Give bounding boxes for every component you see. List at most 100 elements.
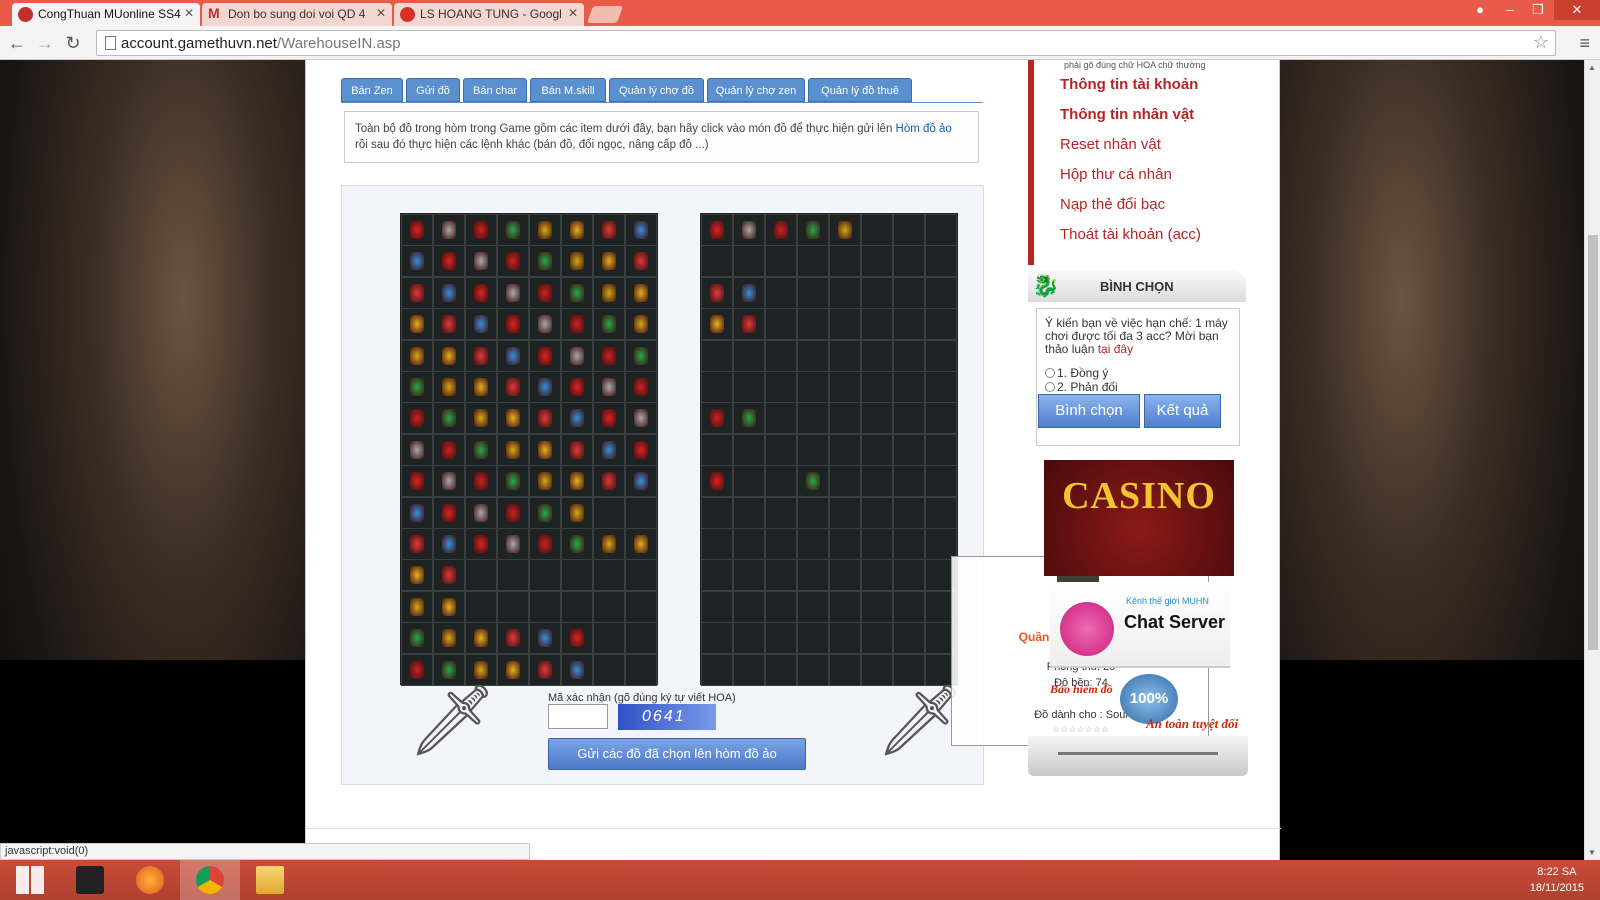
warehouse-slot[interactable] (625, 245, 657, 278)
warehouse-slot[interactable] (797, 496, 829, 529)
warehouse-slot[interactable] (925, 371, 957, 403)
warehouse-slot[interactable] (765, 465, 797, 498)
browser-tab-3[interactable]: LS HOANG TUNG - Googl ✕ (394, 3, 584, 26)
warehouse-slot[interactable] (433, 433, 465, 466)
warehouse-slot[interactable] (893, 276, 925, 309)
taskbar-clock[interactable]: 8:22 SA 18/11/2015 (1530, 864, 1584, 896)
warehouse-slot[interactable] (861, 214, 893, 246)
warehouse-slot[interactable] (561, 653, 593, 686)
warehouse-slot[interactable] (861, 622, 893, 655)
warehouse-slot[interactable] (625, 559, 657, 592)
warehouse-slot[interactable] (497, 308, 529, 341)
warehouse-slot[interactable] (765, 276, 797, 309)
page-scrollbar[interactable]: ▲ ▼ (1584, 60, 1600, 860)
warehouse-slot[interactable] (733, 433, 765, 466)
warehouse-slot[interactable] (893, 496, 925, 529)
vote-option-2[interactable]: 2. Phản đối (1045, 381, 1118, 394)
warehouse-slot[interactable] (593, 622, 625, 655)
warehouse-slot[interactable] (829, 559, 861, 592)
warehouse-slot[interactable] (465, 371, 497, 403)
warehouse-slot[interactable] (733, 465, 765, 498)
warehouse-slot[interactable] (625, 653, 657, 686)
warehouse-slot[interactable] (433, 559, 465, 592)
warehouse-slot[interactable] (497, 402, 529, 435)
warehouse-slot[interactable] (733, 371, 765, 403)
tab-quan-ly-do-thue[interactable]: Quản lý đồ thuê (808, 78, 912, 102)
warehouse-slot[interactable] (893, 339, 925, 372)
warehouse-slot[interactable] (925, 339, 957, 372)
warehouse-slot[interactable] (861, 339, 893, 372)
warehouse-slot[interactable] (433, 528, 465, 560)
warehouse-slot[interactable] (593, 496, 625, 529)
warehouse-slot[interactable] (465, 465, 497, 498)
warehouse-slot[interactable] (433, 622, 465, 655)
warehouse-slot[interactable] (561, 308, 593, 341)
warehouse-slot[interactable] (733, 214, 765, 246)
warehouse-slot[interactable] (701, 339, 733, 372)
warehouse-slot[interactable] (401, 433, 433, 466)
warehouse-slot[interactable] (561, 339, 593, 372)
warehouse-slot[interactable] (593, 402, 625, 435)
close-tab-icon[interactable]: ✕ (184, 6, 194, 20)
warehouse-slot[interactable] (593, 590, 625, 623)
warehouse-slot[interactable] (401, 245, 433, 278)
warehouse-slot[interactable] (625, 308, 657, 341)
warehouse-slot[interactable] (401, 339, 433, 372)
warehouse-slot[interactable] (561, 622, 593, 655)
warehouse-slot[interactable] (561, 496, 593, 529)
warehouse-slot[interactable] (465, 339, 497, 372)
warehouse-slot[interactable] (561, 590, 593, 623)
warehouse-slot[interactable] (797, 371, 829, 403)
warehouse-slot[interactable] (829, 496, 861, 529)
warehouse-slot[interactable] (797, 465, 829, 498)
warehouse-slot[interactable] (733, 496, 765, 529)
new-tab-button[interactable] (586, 6, 624, 23)
warehouse-slot[interactable] (561, 559, 593, 592)
address-bar[interactable]: account.gamethuvn.net/WarehouseIN.asp ☆ (96, 30, 1556, 56)
warehouse-slot[interactable] (893, 308, 925, 341)
warehouse-slot[interactable] (893, 402, 925, 435)
warehouse-slot[interactable] (701, 276, 733, 309)
warehouse-slot[interactable] (733, 308, 765, 341)
warehouse-slot[interactable] (529, 308, 561, 341)
warehouse-slot[interactable] (861, 245, 893, 278)
warehouse-slot[interactable] (625, 433, 657, 466)
warehouse-slot[interactable] (529, 559, 561, 592)
warehouse-slot[interactable] (529, 433, 561, 466)
warehouse-slot[interactable] (733, 339, 765, 372)
warehouse-slot[interactable] (797, 402, 829, 435)
taskbar-chrome[interactable] (180, 860, 240, 900)
tab-quan-ly-cho-zen[interactable]: Quản lý chợ zen (707, 78, 805, 102)
warehouse-slot[interactable] (797, 653, 829, 686)
warehouse-slot[interactable] (625, 339, 657, 372)
warehouse-slot[interactable] (829, 402, 861, 435)
warehouse-slot[interactable] (765, 559, 797, 592)
warehouse-slot[interactable] (625, 465, 657, 498)
tab-gui-do[interactable]: Gửi đồ (406, 78, 460, 102)
warehouse-slot[interactable] (433, 339, 465, 372)
warehouse-slot[interactable] (733, 653, 765, 686)
warehouse-slot[interactable] (829, 622, 861, 655)
warehouse-slot[interactable] (625, 276, 657, 309)
back-icon[interactable]: ← (6, 32, 28, 54)
warehouse-slot[interactable] (733, 276, 765, 309)
bookmark-star-icon[interactable]: ☆ (1533, 32, 1549, 53)
warehouse-slot[interactable] (401, 622, 433, 655)
warehouse-slot[interactable] (497, 559, 529, 592)
warehouse-slot[interactable] (765, 433, 797, 466)
warehouse-slot[interactable] (497, 622, 529, 655)
warehouse-slot[interactable] (465, 245, 497, 278)
warehouse-slot[interactable] (433, 590, 465, 623)
warehouse-slot[interactable] (433, 465, 465, 498)
warehouse-slot[interactable] (497, 276, 529, 309)
warehouse-slot[interactable] (861, 528, 893, 560)
radio-icon[interactable] (1045, 382, 1055, 392)
warehouse-slot[interactable] (497, 214, 529, 246)
warehouse-slot[interactable] (829, 653, 861, 686)
warehouse-slot[interactable] (433, 214, 465, 246)
scrollbar-thumb[interactable] (1588, 235, 1598, 650)
scroll-down-icon[interactable]: ▼ (1588, 848, 1596, 857)
warehouse-slot[interactable] (497, 590, 529, 623)
warehouse-slot[interactable] (765, 308, 797, 341)
warehouse-slot[interactable] (797, 214, 829, 246)
